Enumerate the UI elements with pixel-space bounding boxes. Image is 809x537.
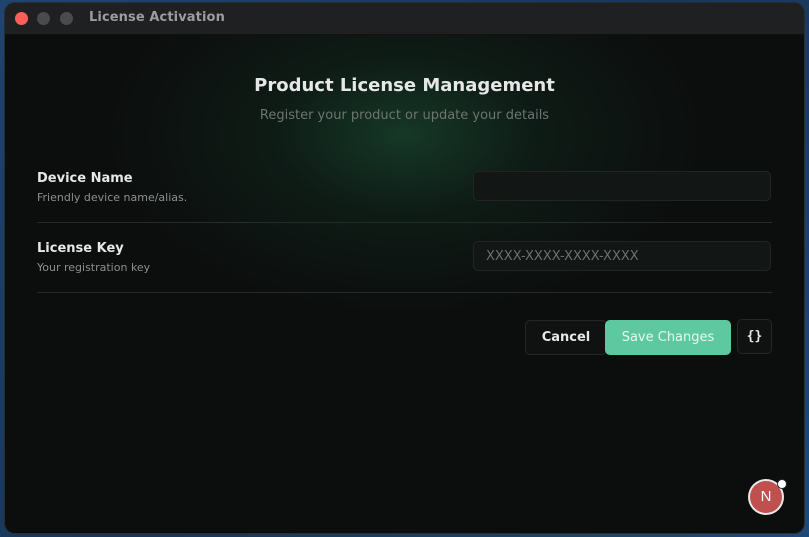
device-name-help: Friendly device name/alias. [37, 191, 188, 204]
main-content: Product License Management Register your… [5, 35, 804, 533]
close-window-button[interactable] [15, 12, 28, 25]
device-name-input[interactable] [473, 171, 771, 201]
device-name-row: Device Name Friendly device name/alias. [37, 152, 772, 223]
minimize-window-button[interactable] [37, 12, 50, 25]
title-bar[interactable]: License Activation [5, 3, 804, 35]
notification-dot-icon [777, 479, 787, 489]
license-key-row: License Key Your registration key [37, 222, 772, 293]
code-braces-icon[interactable]: {} [737, 319, 772, 354]
license-key-help: Your registration key [37, 261, 151, 274]
license-key-input[interactable] [473, 241, 771, 271]
desktop-background: License Activation Product License Manag… [0, 0, 809, 537]
page-subtitle: Register your product or update your det… [259, 108, 550, 123]
window-title: License Activation [89, 10, 225, 25]
cancel-button[interactable]: Cancel [525, 320, 607, 355]
license-window: License Activation Product License Manag… [5, 3, 804, 533]
maximize-window-button[interactable] [60, 12, 73, 25]
license-key-label: License Key [37, 241, 124, 256]
page-title: Product License Management [254, 75, 555, 96]
save-changes-button[interactable]: Save Changes [605, 320, 731, 355]
device-name-label: Device Name [37, 171, 133, 186]
